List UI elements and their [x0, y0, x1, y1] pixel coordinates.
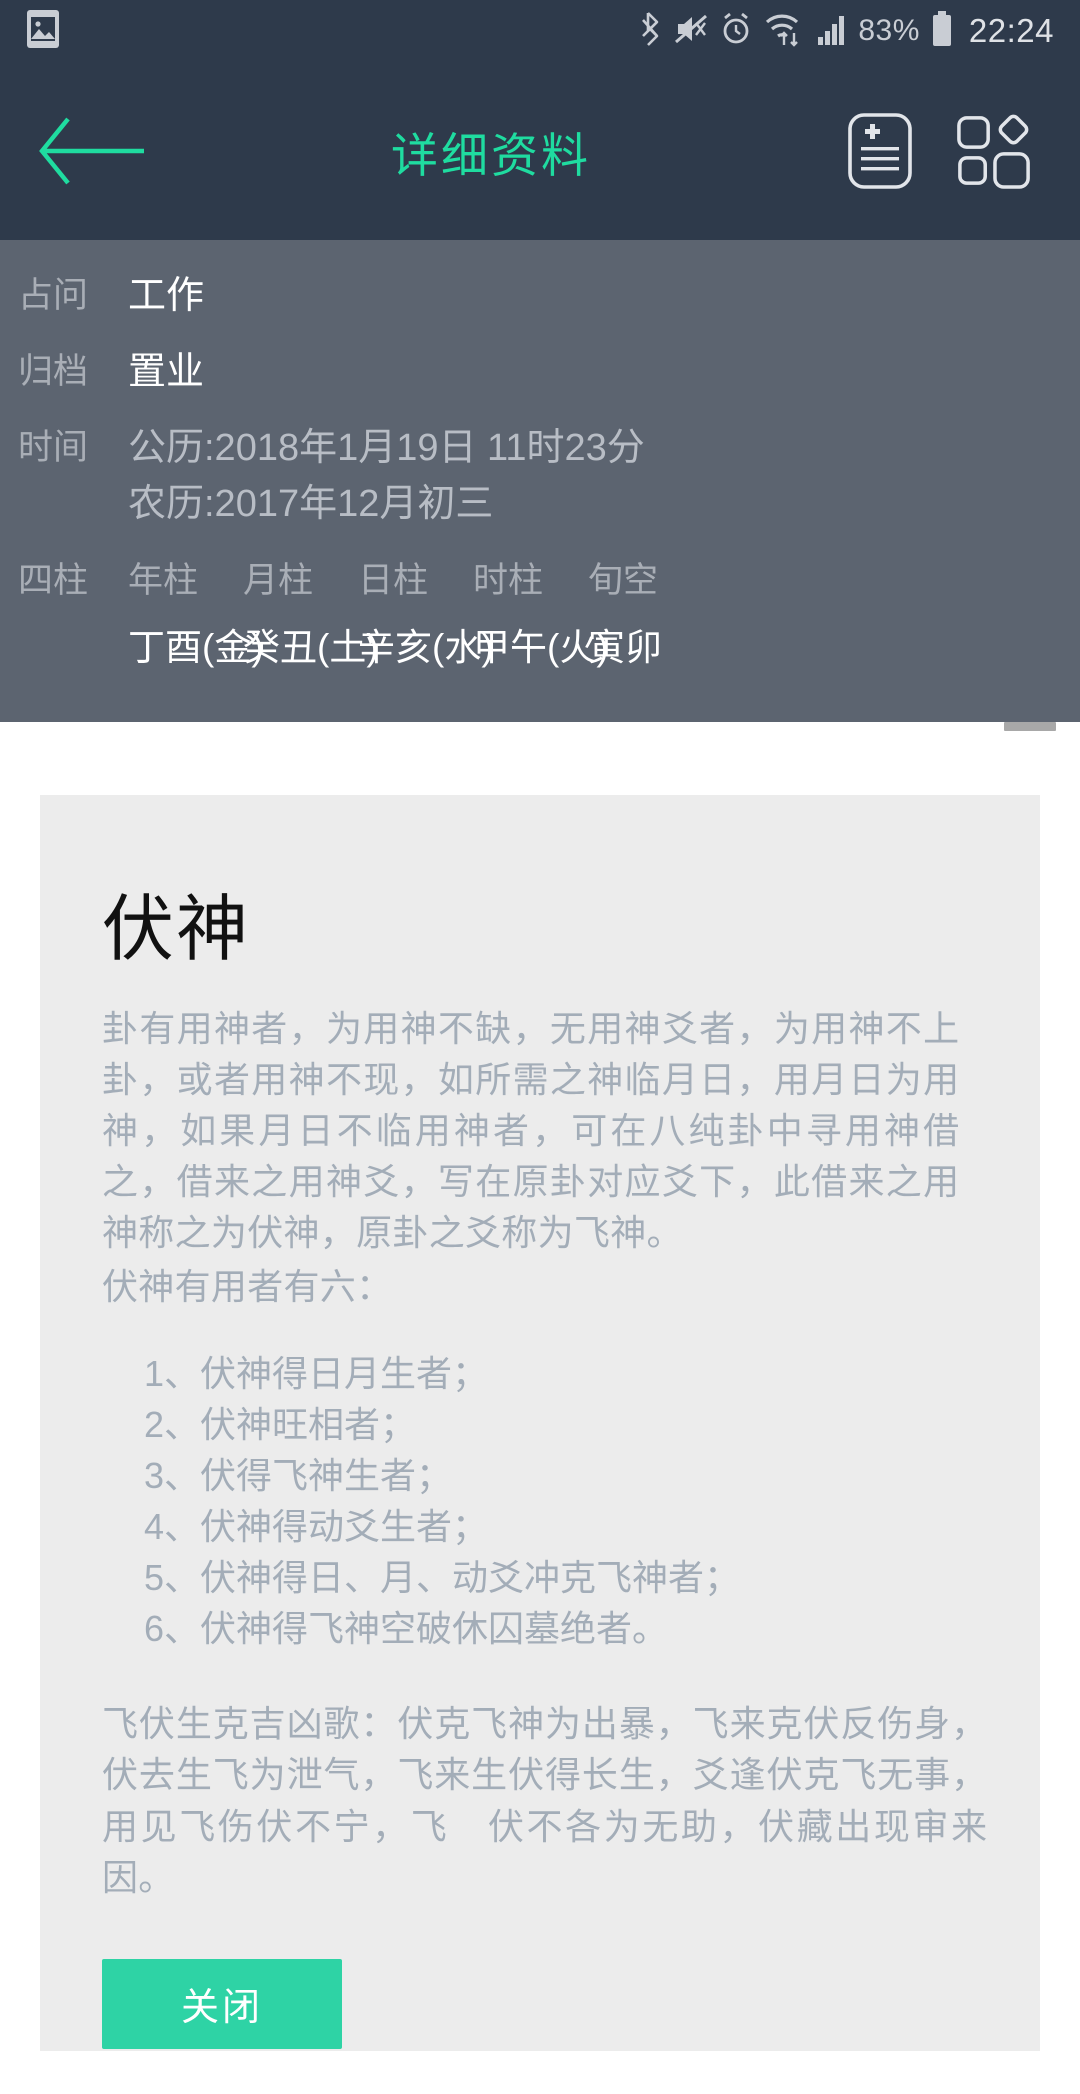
pillar-column-header: 年柱	[128, 561, 199, 600]
dialog-verse-paragraph: 飞伏生克吉凶歌：伏克飞神为出暴，飞来克伏反伤身，伏去生飞为泄气，飞来生伏得长生，…	[102, 1703, 988, 1898]
info-row-question: 占问 工作	[18, 268, 1062, 324]
app-bar-actions	[842, 108, 1080, 194]
pillar-value: 丁酉(金)	[128, 627, 264, 668]
signal-icon	[817, 12, 847, 51]
info-panel: 占问 工作 归档 置业 时间 公历:2018年1月19日 11时23分 农历:2…	[0, 240, 1080, 722]
dialog-list-heading: 伏神有用者有六：	[102, 1265, 393, 1307]
mute-icon	[674, 12, 708, 51]
close-button[interactable]: 关闭	[102, 1958, 342, 2049]
pillar-column-header: 日柱	[358, 561, 429, 600]
status-clock: 22:24	[968, 12, 1054, 49]
lunar-date: 农历:2017年12月初三	[128, 483, 494, 525]
detail-dialog: 伏神 卦有用神者，为用神不缺，无用神爻者，为用神不上卦，或者用神不现，如所需之神…	[40, 795, 1040, 2051]
status-bar: 83% 22:24	[0, 0, 1080, 62]
battery-icon	[931, 10, 953, 52]
list-item: 4、伏神得动爻生者；	[144, 1505, 489, 1547]
status-bar-right: 83% 22:24	[641, 10, 1054, 52]
pillar-value: 甲午(火)	[473, 627, 609, 668]
app-screen: 83% 22:24 详细资料 占问 工作 归档 置业 时间 公历:2018年1月…	[0, 0, 1080, 722]
list-item: 3、伏得飞神生者；	[144, 1454, 453, 1496]
alarm-icon	[719, 12, 753, 51]
dialog-intro-paragraph: 卦有用神者，为用神不缺，无用神爻者，为用神不上卦，或者用神不现，如所需之神临月日…	[102, 1008, 960, 1254]
pillar-value: 癸丑(土)	[243, 627, 379, 668]
list-item: 2、伏神旺相者；	[144, 1403, 417, 1445]
dialog-list: 1、伏神得日月生者； 2、伏神旺相者； 3、伏得飞神生者； 4、伏神得动爻生者；…	[144, 1348, 1006, 1655]
app-bar: 详细资料	[0, 62, 1080, 240]
grid-layout-icon	[957, 114, 1030, 189]
add-note-icon	[848, 113, 912, 189]
info-label-time: 时间	[18, 428, 89, 467]
grid-layout-button[interactable]	[956, 108, 1032, 194]
info-label: 归档	[18, 352, 89, 391]
bluetooth-icon	[641, 11, 663, 52]
four-pillars-header: 四柱 年柱 月柱 日柱 时柱 旬空	[18, 552, 1062, 603]
four-pillars-label: 四柱	[18, 561, 89, 600]
pillar-column-header: 月柱	[243, 561, 314, 600]
info-row-archive: 归档 置业	[18, 344, 1062, 400]
image-icon	[26, 9, 60, 54]
battery-percent: 83%	[858, 14, 920, 47]
page-title: 详细资料	[391, 128, 591, 182]
info-value-time: 公历:2018年1月19日 11时23分 农历:2017年12月初三	[128, 420, 645, 532]
status-bar-left	[26, 9, 60, 54]
scrollbar-thumb[interactable]	[1004, 722, 1056, 731]
add-note-button[interactable]	[842, 108, 918, 194]
list-item: 1、伏神得日月生者；	[144, 1352, 489, 1394]
info-value: 工作	[128, 275, 205, 317]
dialog-title: 伏神	[102, 890, 251, 970]
four-pillars-values: 丁酉(金) 癸丑(土) 辛亥(水) 甲午(火) 寅卯	[18, 617, 1062, 671]
info-row-time: 时间 公历:2018年1月19日 11时23分 农历:2017年12月初三	[18, 420, 1062, 532]
list-item: 5、伏神得日、月、动爻冲克飞神者；	[144, 1557, 741, 1599]
pillar-column-header: 旬空	[588, 561, 659, 600]
solar-date: 公历:2018年1月19日 11时23分	[128, 427, 645, 469]
list-item: 6、伏神得飞神空破休囚墓绝者。	[144, 1608, 669, 1650]
wifi-icon	[764, 11, 806, 52]
info-value: 置业	[128, 351, 205, 393]
info-label: 占问	[18, 276, 89, 315]
back-arrow-icon	[39, 117, 144, 185]
pillar-value: 寅卯	[588, 627, 662, 668]
pillar-value: 辛亥(水)	[358, 627, 494, 668]
pillar-column-header: 时柱	[473, 561, 544, 600]
